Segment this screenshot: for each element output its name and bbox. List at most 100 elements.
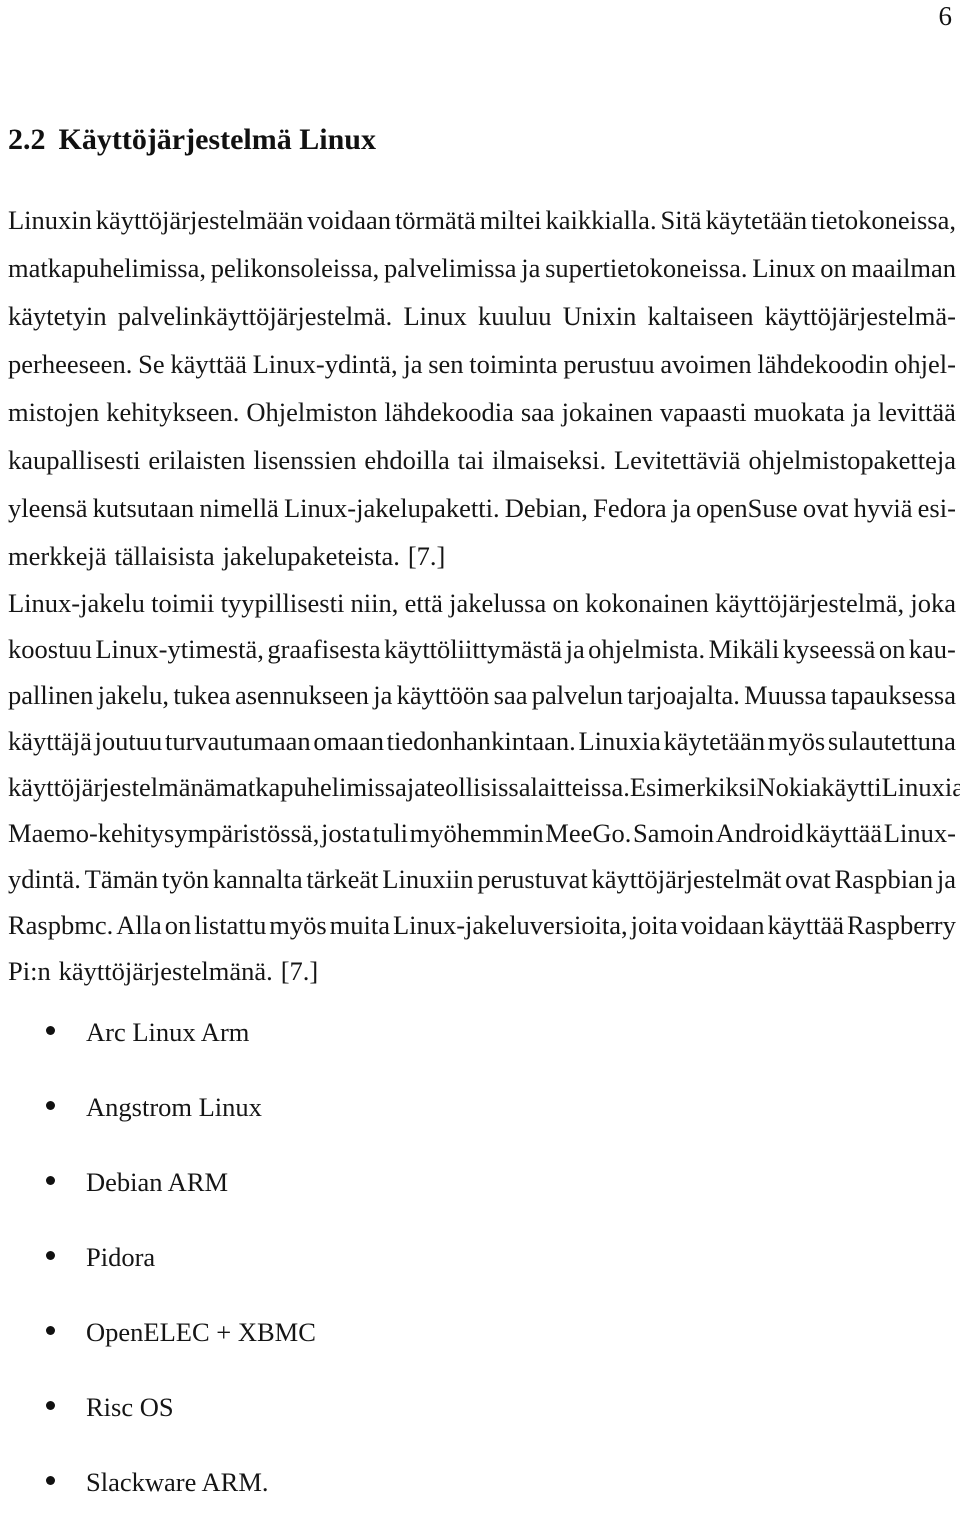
word: Linuxia	[578, 726, 661, 756]
bullet-dot-icon	[46, 1401, 55, 1410]
word: käyttöjärjestelmä-	[764, 301, 956, 331]
word: käytetyin	[8, 301, 107, 331]
paragraph-line: Pi:n käyttöjärjestelmänä. [7.]	[8, 948, 956, 994]
word: palvelun	[531, 680, 624, 710]
word: omaan	[313, 726, 384, 756]
word: tukea	[173, 680, 231, 710]
word: ydintä.	[8, 864, 81, 894]
paragraph-line: yleensä kutsutaan nimellä Linux-jakelupaket…	[8, 484, 956, 532]
word: kau-	[908, 634, 956, 664]
paragraph-line: matkapuhelimissa, pelikonsoleissa, palveli…	[8, 244, 956, 292]
section-heading: 2.2 Käyttöjärjestelmä Linux	[8, 120, 376, 160]
word: ja	[936, 864, 956, 894]
body-paragraph-2: Linux-jakelu toimii tyypillisesti niin, että…	[8, 580, 960, 994]
word: Raspbian	[834, 864, 934, 894]
word: Pi:n	[8, 956, 51, 986]
word: matkapuhelimissa	[215, 772, 407, 802]
list-item: Angstrom Linux	[8, 1087, 608, 1162]
word: kyseessä	[782, 634, 876, 664]
word: muokata	[753, 397, 845, 427]
paragraph-line: mistojen kehitykseen. Ohjelmiston lähdekood…	[8, 388, 956, 436]
word: ohjelmistopaketteja	[748, 445, 956, 475]
word: käyttöön	[396, 680, 490, 710]
word: kannalta	[212, 864, 303, 894]
word: Mikäli	[708, 634, 780, 664]
paragraph-line: perheeseen. Se käyttää Linux-ydintä, ja sen to…	[8, 340, 956, 388]
word: myös	[767, 726, 826, 756]
word: listattu	[194, 910, 267, 940]
word: teollisissa	[425, 772, 531, 802]
word: käytetään	[663, 726, 766, 756]
paragraph-line: Raspbmc. Alla on listattu myös muita Linux-jak…	[8, 902, 956, 948]
list-item: Pidora	[8, 1237, 608, 1312]
word: perustuvat	[477, 864, 588, 894]
word: jakelupaketeista.	[222, 541, 400, 571]
word: kuuluu	[477, 301, 552, 331]
word: Nokia	[756, 772, 822, 802]
word: Tämän	[84, 864, 159, 894]
word: miltei	[479, 205, 542, 235]
word: laitteissa.	[530, 772, 630, 802]
word: Alla	[116, 910, 162, 940]
paragraph-line: koostuu Linux-ytimestä, graafisesta käyttöl…	[8, 626, 956, 672]
list-item-label: Risc OS	[86, 1392, 174, 1422]
word: on	[820, 253, 847, 283]
list-item-label: Angstrom Linux	[86, 1092, 262, 1122]
paragraph-line: Linux-jakelu toimii tyypillisesti niin, että…	[8, 580, 956, 626]
word: Debian,	[504, 493, 588, 523]
word: Linux-jakeluversioita,	[392, 910, 628, 940]
word: graafisesta	[267, 634, 381, 664]
word: Muussa	[744, 680, 827, 710]
word: Samoin	[633, 818, 714, 848]
word: ehdoilla	[364, 445, 450, 475]
word: ovat	[785, 864, 831, 894]
body-paragraph-1: Linuxin käyttöjärjestelmään voidaan törmätä…	[8, 196, 956, 580]
section-heading-title: Käyttöjärjestelmä Linux	[58, 122, 376, 156]
paragraph-line: Linuxin käyttöjärjestelmään voidaan törmätä…	[8, 196, 956, 244]
word: tai	[457, 445, 485, 475]
word: pelikonsoleissa,	[210, 253, 380, 283]
bullet-dot-icon	[46, 1476, 55, 1485]
word: erilaisten	[148, 445, 246, 475]
word: merkkejä	[8, 541, 107, 571]
paragraph-line: pallinen jakelu, tukea asennukseen ja käyttöö…	[8, 672, 956, 718]
list-item-label: OpenELEC + XBMC	[86, 1317, 316, 1347]
word: levittää	[877, 397, 956, 427]
word: toiminta	[469, 349, 558, 379]
word: sen	[428, 349, 464, 379]
word: joka	[910, 588, 956, 618]
paragraph-line: käytetyin palvelinkäyttöjärjestelmä. Linux…	[8, 292, 956, 340]
word: [7.]	[407, 541, 446, 571]
word: Linuxiin	[382, 864, 474, 894]
word: että	[404, 588, 443, 618]
word: Fedora	[593, 493, 667, 523]
bullet-dot-icon	[46, 1251, 55, 1260]
list-item-label: Debian ARM	[86, 1167, 229, 1197]
word: esi-	[917, 493, 956, 523]
word: muita	[329, 910, 390, 940]
word: niin,	[350, 588, 399, 618]
word: mistojen	[8, 397, 100, 427]
word: tyypillisesti	[220, 588, 345, 618]
bullet-dot-icon	[46, 1176, 55, 1185]
word: hyviä	[853, 493, 913, 523]
word: Linux-jakelu	[8, 588, 145, 618]
word: tärkeät	[306, 864, 379, 894]
word: ja	[671, 493, 691, 523]
list-item: OpenELEC + XBMC	[8, 1312, 608, 1387]
word: matkapuhelimissa,	[8, 253, 206, 283]
word: Se	[138, 349, 165, 379]
bullet-dot-icon	[46, 1101, 55, 1110]
word: Raspbmc.	[8, 910, 114, 940]
word: perheeseen.	[8, 349, 133, 379]
paragraph-line: käyttöjärjestelmänä matkapuhelimissa ja teo…	[8, 764, 960, 810]
word: käyttöliittymästä	[384, 634, 563, 664]
word: ja	[565, 634, 585, 664]
word: Linux-ydintä,	[252, 349, 398, 379]
word: kaltaiseen	[647, 301, 754, 331]
word: saa	[520, 397, 555, 427]
word: käyttää	[170, 349, 247, 379]
word: käyttöjärjestelmänä.	[58, 956, 273, 986]
word: tietokoneissa,	[810, 205, 956, 235]
word: kehitykseen.	[106, 397, 240, 427]
